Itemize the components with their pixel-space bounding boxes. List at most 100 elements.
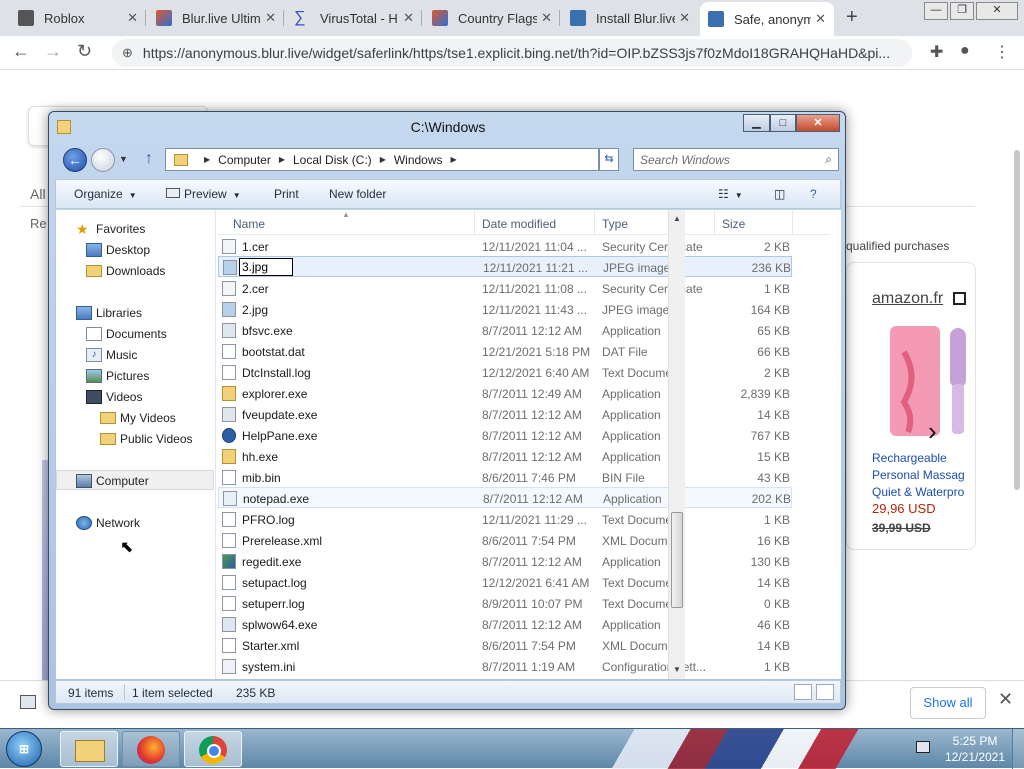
window-close-button[interactable]: ✕ [796, 114, 840, 132]
details-view-icon[interactable] [794, 684, 812, 700]
table-row[interactable]: HelpPane.exe 8/7/2011 12:12 AM Applicati… [218, 425, 830, 446]
refresh-icon[interactable]: ⇆ [599, 148, 619, 171]
nav-libraries[interactable]: Libraries [76, 306, 142, 320]
scroll-down-arrow-icon[interactable]: ▼ [673, 665, 681, 674]
taskbar-explorer-button[interactable] [60, 731, 118, 767]
table-row[interactable]: bfsvc.exe 8/7/2011 12:12 AM Application … [218, 320, 830, 341]
explorer-forward-button[interactable] [91, 148, 115, 172]
product-title[interactable]: Rechargeable Personal Massag Quiet & Wat… [872, 450, 972, 501]
tab-install-blur-live[interactable]: Install Blur.live ✕ [562, 4, 698, 32]
forward-arrow-icon[interactable]: → [44, 41, 62, 62]
table-row[interactable]: fveupdate.exe 8/7/2011 12:12 AM Applicat… [218, 404, 830, 425]
change-view-icon[interactable]: ☷ ▼ [718, 187, 743, 201]
tab-close-icon[interactable]: ✕ [127, 10, 138, 26]
window-minimize-button[interactable]: ▁ [743, 114, 770, 132]
scrollbar-thumb[interactable] [671, 512, 683, 608]
up-one-level-icon[interactable]: ↑ [145, 150, 153, 168]
back-arrow-icon[interactable]: ← [12, 41, 30, 62]
browser-close-button[interactable]: ✕ [976, 2, 1018, 20]
nav-my-videos[interactable]: My Videos [100, 411, 176, 425]
site-info-icon[interactable]: ⊕ [122, 45, 133, 61]
column-type[interactable]: Type [602, 217, 628, 231]
start-button[interactable]: ⊞ [6, 731, 42, 767]
preview-menu-button[interactable]: Preview ▼ [166, 187, 241, 201]
tab-close-icon[interactable]: ✕ [541, 10, 552, 26]
nav-computer[interactable]: Computer [76, 474, 149, 488]
nav-videos[interactable]: Videos [86, 390, 142, 404]
explorer-back-button[interactable]: ← [63, 148, 87, 172]
table-row[interactable]: Starter.xml 8/6/2011 7:54 PM XML Documen… [218, 635, 830, 656]
menu-dots-icon[interactable]: ⋮ [994, 42, 1010, 62]
column-date-modified[interactable]: Date modified [482, 217, 556, 231]
all-filter-label[interactable]: All [30, 186, 46, 202]
column-divider[interactable] [714, 210, 715, 235]
column-divider[interactable] [792, 210, 793, 235]
table-row[interactable]: bootstat.dat 12/21/2021 5:18 PM DAT File… [218, 341, 830, 362]
table-row[interactable]: setupact.log 12/12/2021 6:41 AM Text Doc… [218, 572, 830, 593]
show-desktop-button[interactable] [1012, 729, 1024, 769]
help-icon[interactable]: ? [810, 187, 817, 201]
tab-close-icon[interactable]: ✕ [679, 10, 690, 26]
taskbar-firefox-button[interactable] [122, 731, 180, 767]
profile-avatar-icon[interactable]: ● [960, 42, 970, 60]
table-row[interactable]: mib.bin 8/6/2011 7:46 PM BIN File 43 KB [218, 467, 830, 488]
taskbar-chrome-button[interactable] [184, 731, 242, 767]
tab-country-flags[interactable]: Country Flags ✕ [424, 4, 560, 32]
table-row-hovered[interactable]: notepad.exe 8/7/2011 12:12 AM Applicatio… [218, 487, 792, 508]
extensions-puzzle-icon[interactable]: ✚ [930, 42, 943, 62]
nav-favorites[interactable]: ★ Favorites [76, 222, 145, 236]
table-row[interactable]: setuperr.log 8/9/2011 10:07 PM Text Docu… [218, 593, 830, 614]
browser-minimize-button[interactable]: — [924, 2, 948, 20]
table-row[interactable]: splwow64.exe 8/7/2011 12:12 AM Applicati… [218, 614, 830, 635]
page-scrollbar[interactable]: ▼ [1012, 150, 1022, 741]
nav-documents[interactable]: Documents [86, 327, 167, 341]
nav-desktop[interactable]: Desktop [86, 243, 150, 257]
breadcrumb-separator-icon[interactable]: ▶ [380, 155, 386, 164]
preview-pane-icon[interactable]: ◫ [774, 187, 785, 201]
large-icons-view-icon[interactable] [816, 684, 834, 700]
column-name[interactable]: Name [233, 217, 265, 231]
tab-blur-live-ultimate[interactable]: Blur.live Ultim ✕ [148, 4, 284, 32]
breadcrumb-computer[interactable]: Computer [218, 153, 271, 167]
nav-public-videos[interactable]: Public Videos [100, 432, 193, 446]
breadcrumb-separator-icon[interactable]: ▶ [279, 155, 285, 164]
tab-virustotal[interactable]: ∑ VirusTotal - H ✕ [286, 4, 422, 32]
tab-close-icon[interactable]: ✕ [265, 10, 276, 26]
table-row[interactable]: explorer.exe 8/7/2011 12:49 AM Applicati… [218, 383, 830, 404]
file-list-scrollbar[interactable]: ▲ ▼ [668, 210, 685, 679]
table-row[interactable]: 1.cer 12/11/2021 11:04 ... Security Cert… [218, 236, 830, 257]
download-file-icon[interactable] [20, 695, 36, 709]
table-row[interactable]: Prerelease.xml 8/6/2011 7:54 PM XML Docu… [218, 530, 830, 551]
rename-input[interactable] [239, 258, 293, 276]
address-bar[interactable]: ⊕ https://anonymous.blur.live/widget/saf… [112, 39, 912, 67]
store-link[interactable]: amazon.fr [872, 290, 943, 308]
page-scrollbar-thumb[interactable] [1014, 150, 1020, 490]
system-clock[interactable]: 5:25 PM 12/21/2021 [940, 733, 1010, 765]
print-button[interactable]: Print [274, 187, 299, 201]
download-bar-close-icon[interactable]: ✕ [998, 689, 1013, 710]
table-row[interactable]: PFRO.log 12/11/2021 11:29 ... Text Docum… [218, 509, 830, 530]
nav-music[interactable]: ♪ Music [86, 348, 137, 362]
new-tab-button[interactable]: + [846, 6, 858, 29]
carousel-next-arrow-icon[interactable]: › [928, 416, 937, 447]
recent-locations-dropdown-icon[interactable]: ▼ [119, 154, 128, 164]
explorer-address-bar[interactable]: ▶ Computer ▶ Local Disk (C:) ▶ Windows ▶… [165, 148, 701, 171]
table-row[interactable]: 2.cer 12/11/2021 11:08 ... Security Cert… [218, 278, 830, 299]
window-maximize-button[interactable]: □ [770, 114, 796, 132]
breadcrumb-separator-icon[interactable]: ▶ [451, 155, 457, 164]
table-row[interactable]: system.ini 8/7/2011 1:19 AM Configuratio… [218, 656, 830, 677]
nav-network[interactable]: Network [76, 516, 140, 530]
table-row-selected[interactable]: 12/11/2021 11:21 ... JPEG image 236 KB [218, 256, 792, 277]
tab-roblox[interactable]: Roblox ✕ [10, 4, 146, 32]
table-row[interactable]: 2.jpg 12/11/2021 11:43 ... JPEG image 16… [218, 299, 830, 320]
scroll-up-arrow-icon[interactable]: ▲ [673, 214, 681, 223]
breadcrumb-separator-icon[interactable]: ▶ [204, 155, 210, 164]
tab-safe-anonymous[interactable]: Safe, anonym ✕ [700, 2, 834, 36]
search-icon[interactable]: ⌕ [825, 152, 832, 167]
explorer-search-input[interactable]: Search Windows ⌕ [633, 148, 839, 171]
column-size[interactable]: Size [722, 217, 745, 231]
column-divider[interactable] [594, 210, 595, 235]
browser-maximize-button[interactable]: ❐ [950, 2, 974, 20]
nav-downloads[interactable]: Downloads [86, 264, 165, 278]
show-all-downloads-button[interactable]: Show all [910, 687, 986, 719]
